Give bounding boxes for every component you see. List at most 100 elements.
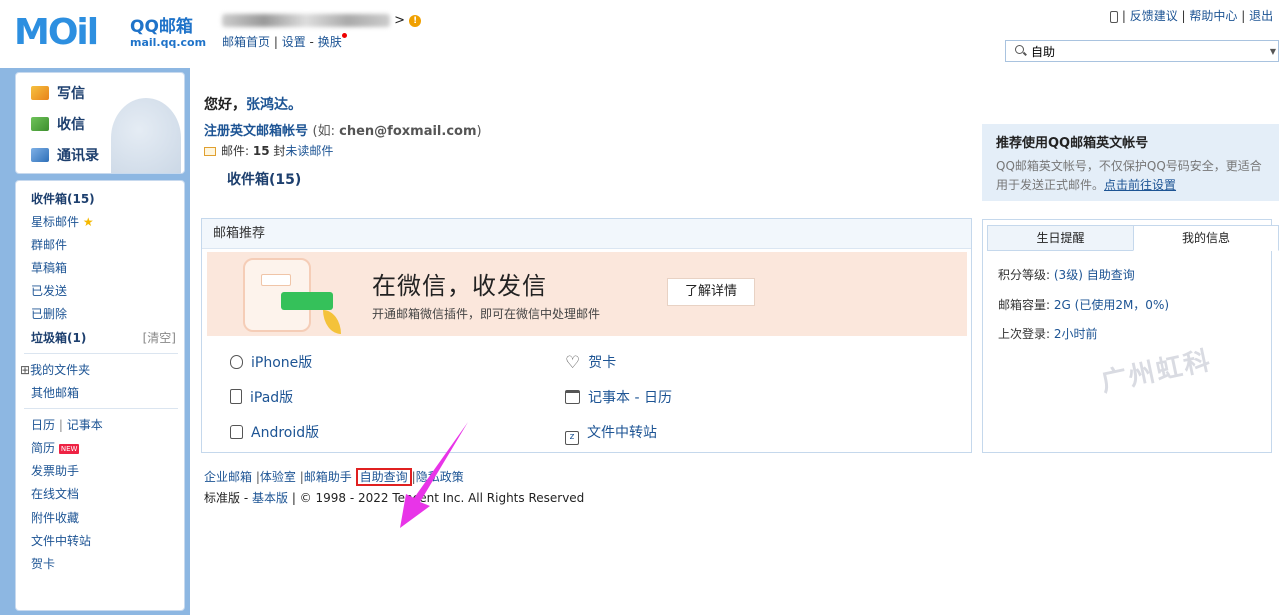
capacity-used: (已使用2M，0%) xyxy=(1074,298,1170,312)
main-frame: 写信 收信 通讯录 收件箱(15) 星标邮件 ★ 群邮件 草稿箱 已发送 已删除… xyxy=(0,68,1279,615)
folder-other-mail[interactable]: 其他邮箱 xyxy=(31,384,79,401)
folder-group[interactable]: 群邮件 xyxy=(31,236,67,253)
feedback-link[interactable]: 反馈建议 xyxy=(1130,9,1178,23)
skin-link[interactable]: 换肤 xyxy=(318,35,342,49)
notes-link[interactable]: 记事本 xyxy=(67,418,103,432)
resume-label: 简历 xyxy=(31,441,56,455)
invoice-link[interactable]: 发票助手 xyxy=(31,462,79,479)
wechat-banner[interactable]: 在微信，收发信 开通邮箱微信插件，即可在微信中处理邮件 了解详情 xyxy=(207,252,967,336)
star-icon: ★ xyxy=(82,215,94,229)
help-link[interactable]: 帮助中心 xyxy=(1189,9,1237,23)
footer-links: 企业邮箱 |体验室 |邮箱助手 自助查询 |隐私政策 xyxy=(204,468,464,486)
expand-icon: ⊞ xyxy=(20,363,31,377)
points-value[interactable]: (3级) xyxy=(1054,268,1083,282)
my-folders-label: 我的文件夹 xyxy=(30,363,91,377)
compose-icon xyxy=(31,86,49,100)
contacts-label: 通讯录 xyxy=(57,148,99,164)
clear-spam-link[interactable]: [清空] xyxy=(143,329,176,346)
penguin-decoration xyxy=(111,98,181,173)
inbox-shortcut[interactable]: 收件箱(15) xyxy=(227,169,301,189)
settings-link[interactable]: 设置 xyxy=(282,35,306,49)
user-name: 张鸿达。 xyxy=(246,97,302,113)
android-app-link[interactable]: Android版 xyxy=(230,422,319,442)
mail-count-value: 15 xyxy=(252,144,270,158)
file-transfer-label: 文件中转站 xyxy=(587,425,657,441)
receive-button[interactable]: 收信 xyxy=(31,114,85,134)
tab-birthday[interactable]: 生日提醒 xyxy=(987,225,1134,251)
ipad-app-link[interactable]: iPad版 xyxy=(230,387,293,407)
info-panel: 生日提醒 我的信息 积分等级: (3级) 自助查询 邮箱容量: 2G (已使用2… xyxy=(982,219,1279,453)
compose-label: 写信 xyxy=(57,86,85,102)
logo-title: QQ邮箱 xyxy=(130,17,193,37)
search-box[interactable]: ▼ xyxy=(1005,40,1279,62)
self-service-link[interactable]: 自助查询 xyxy=(355,468,412,486)
logout-link[interactable]: 退出 xyxy=(1249,9,1273,23)
register-link[interactable]: 注册英文邮箱帐号 xyxy=(204,124,308,139)
folder-list: 收件箱(15) 星标邮件 ★ 群邮件 草稿箱 已发送 已删除 垃圾箱(1) [清… xyxy=(15,180,185,611)
learn-more-button[interactable]: 了解详情 xyxy=(667,278,755,306)
promo-description: QQ邮箱英文帐号，不仅保护QQ号码安全，更适合用于发送正式邮件。点击前往设置 xyxy=(996,157,1265,195)
mail-home-link[interactable]: 邮箱首页 xyxy=(222,35,270,49)
capacity-label: 邮箱容量: xyxy=(998,298,1051,312)
header: MOil QQ邮箱 mail.qq.com > ! 邮箱首页 | 设置 - 换肤… xyxy=(0,0,1279,68)
resume-link[interactable]: 简历 NEW xyxy=(31,439,80,456)
search-input[interactable] xyxy=(1031,43,1261,59)
folder-deleted[interactable]: 已删除 xyxy=(31,305,67,322)
main-content: 您好，张鸿达。 注册英文邮箱帐号 (如: chen@foxmail.com) 邮… xyxy=(190,68,1279,615)
sidebar: 写信 收信 通讯录 收件箱(15) 星标邮件 ★ 群邮件 草稿箱 已发送 已删除… xyxy=(10,72,186,613)
folder-starred[interactable]: 星标邮件 ★ xyxy=(31,213,94,230)
chat-bubble-illustration xyxy=(281,292,333,310)
standard-version: 标准版 xyxy=(204,491,241,505)
capacity-value: 2G xyxy=(1053,298,1071,312)
banner-subtitle: 开通邮箱微信插件，即可在微信中处理邮件 xyxy=(372,307,601,321)
iphone-label: iPhone版 xyxy=(251,355,313,371)
docs-link[interactable]: 在线文档 xyxy=(31,485,79,502)
points-label: 积分等级: xyxy=(998,268,1051,282)
transfer-link[interactable]: 文件中转站 xyxy=(31,532,91,549)
ipad-label: iPad版 xyxy=(250,390,294,406)
attachments-link[interactable]: 附件收藏 xyxy=(31,509,79,526)
chat-bubble-illustration xyxy=(261,274,291,286)
receive-icon xyxy=(31,117,49,131)
card-link[interactable]: ♡ 贺卡 xyxy=(565,352,616,373)
mail-label: 邮件: xyxy=(221,144,250,158)
mail-unit: 封 xyxy=(273,144,286,158)
cards-link[interactable]: 贺卡 xyxy=(31,555,55,572)
contacts-button[interactable]: 通讯录 xyxy=(31,145,99,165)
account-arrow[interactable]: > xyxy=(394,13,405,28)
folder-spam[interactable]: 垃圾箱(1) xyxy=(31,329,86,346)
my-folders[interactable]: ⊞我的文件夹 xyxy=(20,361,90,378)
unread-link[interactable]: 未读邮件 xyxy=(285,144,333,158)
heart-icon: ♡ xyxy=(565,353,581,373)
file-transfer-link[interactable]: z 文件中转站 xyxy=(565,422,657,445)
dropdown-caret-icon[interactable]: ▼ xyxy=(1270,47,1276,56)
calendar-link[interactable]: 日历 xyxy=(31,418,55,432)
folder-drafts[interactable]: 草稿箱 xyxy=(31,259,67,276)
notes-calendar-link[interactable]: 记事本 - 日历 xyxy=(565,387,672,407)
points-self-service-link[interactable]: 自助查询 xyxy=(1087,268,1135,282)
recommend-title: 邮箱推荐 xyxy=(202,219,971,249)
lab-link[interactable]: 体验室 xyxy=(260,470,296,484)
android-icon xyxy=(230,425,243,439)
promo-settings-link[interactable]: 点击前往设置 xyxy=(1104,178,1176,192)
privacy-link[interactable]: 隐私政策 xyxy=(416,470,464,484)
quick-actions: 写信 收信 通讯录 xyxy=(15,72,185,174)
compose-button[interactable]: 写信 xyxy=(31,83,85,103)
mail-assistant-link[interactable]: 邮箱助手 xyxy=(304,470,352,484)
last-login-label: 上次登录: xyxy=(998,327,1051,341)
mobile-icon[interactable] xyxy=(1110,10,1118,23)
qq-mail-logo[interactable]: MOil QQ邮箱 mail.qq.com xyxy=(14,12,206,52)
calendar-notes-row: 日历 | 记事本 xyxy=(31,418,103,432)
notes-calendar-label: 记事本 - 日历 xyxy=(588,390,672,406)
basic-version-link[interactable]: 基本版 xyxy=(252,491,288,505)
warning-icon[interactable]: ! xyxy=(409,14,422,27)
folder-inbox[interactable]: 收件箱(15) xyxy=(31,190,95,207)
tab-my-info[interactable]: 我的信息 xyxy=(1133,225,1279,251)
divider xyxy=(24,353,178,354)
account-info: > ! xyxy=(222,13,422,28)
enterprise-mail-link[interactable]: 企业邮箱 xyxy=(204,470,252,484)
iphone-app-link[interactable]: iPhone版 xyxy=(230,352,312,372)
folder-sent[interactable]: 已发送 xyxy=(31,282,67,299)
english-account-promo: 推荐使用QQ邮箱英文帐号 QQ邮箱英文帐号，不仅保护QQ号码安全，更适合用于发送… xyxy=(982,124,1279,201)
footer-copyright: 标准版 - 基本版 | © 1998 - 2022 Tencent Inc. A… xyxy=(204,491,585,505)
